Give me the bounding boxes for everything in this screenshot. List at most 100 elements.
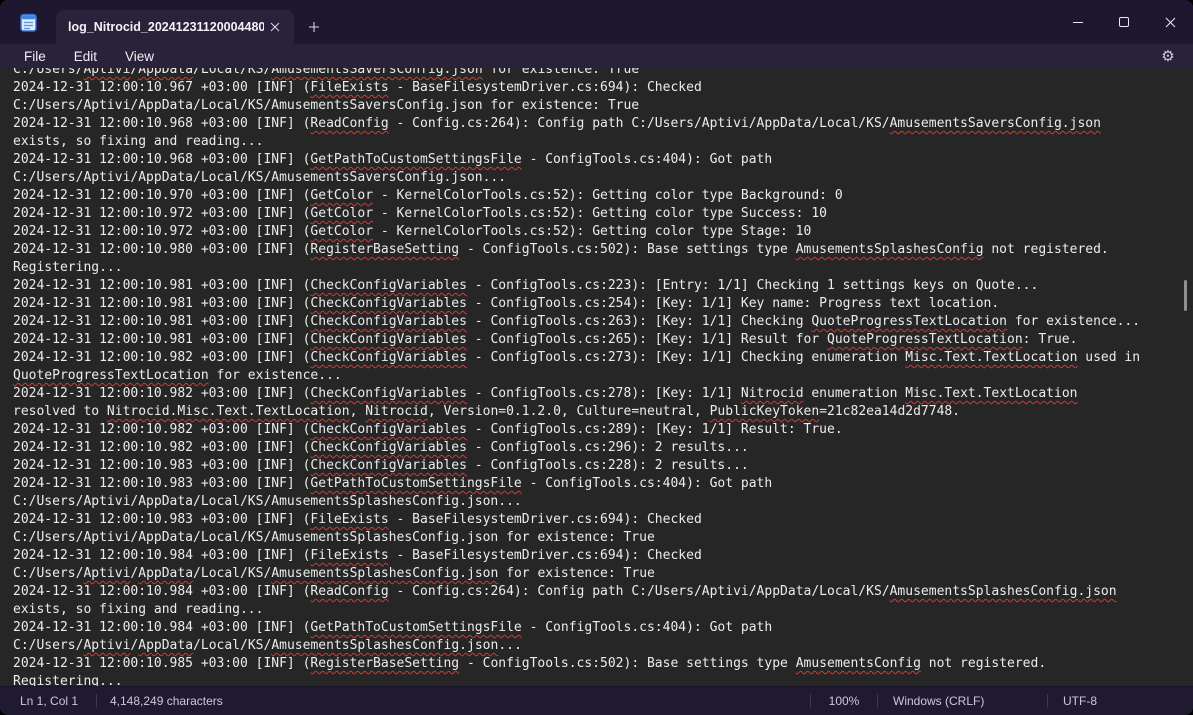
log-line: Registering... xyxy=(13,673,1140,686)
vertical-scrollbar-thumb[interactable] xyxy=(1184,280,1187,311)
misspelled-word: GetColor xyxy=(310,206,373,221)
misspelled-word: RegisterBaseSetting xyxy=(310,656,459,671)
new-tab-button[interactable] xyxy=(302,16,326,38)
menubar: FileEditView ⚙︎ xyxy=(0,44,1193,68)
log-line: C:/Users/Aptivi/AppData/Local/KS/Amuseme… xyxy=(13,97,1140,115)
status-character-count: 4,148,249 characters xyxy=(97,694,236,708)
status-zoom-level: 100% xyxy=(811,694,877,708)
log-line: 2024-12-31 12:00:10.981 +03:00 [INF] (Ch… xyxy=(13,295,1140,313)
misspelled-word: QuoteProgressTextLocation xyxy=(811,314,1007,329)
log-line: 2024-12-31 12:00:10.981 +03:00 [INF] (Ch… xyxy=(13,331,1140,349)
misspelled-word: AmusementsSplashesConfig.json xyxy=(271,638,498,653)
log-line: 2024-12-31 12:00:10.972 +03:00 [INF] (Ge… xyxy=(13,223,1140,241)
log-line: 2024-12-31 12:00:10.984 +03:00 [INF] (Fi… xyxy=(13,547,1140,565)
log-line: Registering... xyxy=(13,259,1140,277)
titlebar: log_Nitrocid_202412311200044804 xyxy=(0,0,1193,44)
log-line: 2024-12-31 12:00:10.968 +03:00 [INF] (Re… xyxy=(13,115,1140,133)
log-line: 2024-12-31 12:00:10.982 +03:00 [INF] (Ch… xyxy=(13,385,1140,403)
misspelled-word: AppData xyxy=(138,566,193,581)
misspelled-word: CheckConfigVariables xyxy=(310,422,467,437)
window-controls xyxy=(1055,0,1193,44)
tab-title: log_Nitrocid_202412311200044804 xyxy=(68,20,264,34)
misspelled-word: CheckConfigVariables xyxy=(310,332,467,347)
status-line-ending: Windows (CRLF) xyxy=(878,694,1047,708)
tab-close-button[interactable] xyxy=(264,16,286,38)
log-line: exists, so fixing and reading... xyxy=(13,601,1140,619)
text-editor[interactable]: C:/Users/Aptivi/AppData/Local/KS/Amuseme… xyxy=(0,68,1193,686)
misspelled-word: CheckConfigVariables xyxy=(310,314,467,329)
log-line: 2024-12-31 12:00:10.983 +03:00 [INF] (Ch… xyxy=(13,457,1140,475)
log-line: exists, so fixing and reading... xyxy=(13,133,1140,151)
misspelled-word: FileExists xyxy=(310,548,388,563)
log-line: 2024-12-31 12:00:10.968 +03:00 [INF] (Ge… xyxy=(13,151,1140,169)
log-line: 2024-12-31 12:00:10.983 +03:00 [INF] (Fi… xyxy=(13,511,1140,529)
misspelled-word: GetPathToCustomSettingsFile xyxy=(310,152,521,167)
misspelled-word: Aptivi xyxy=(83,638,130,653)
log-line: C:/Users/Aptivi/AppData/Local/KS/Amuseme… xyxy=(13,169,1140,187)
log-line: 2024-12-31 12:00:10.972 +03:00 [INF] (Ge… xyxy=(13,205,1140,223)
plus-icon xyxy=(308,21,320,33)
misspelled-word: RegisterBaseSetting xyxy=(310,242,459,257)
misspelled-word: GetColor xyxy=(310,224,373,239)
misspelled-word: AmusementsSplashesConfig xyxy=(796,242,984,257)
misspelled-word: CheckConfigVariables xyxy=(310,386,467,401)
misspelled-word: ReadConfig xyxy=(310,584,388,599)
misspelled-word: AmusementsConfig xyxy=(796,656,921,671)
log-line: 2024-12-31 12:00:10.970 +03:00 [INF] (Ge… xyxy=(13,187,1140,205)
log-line: C:/Users/Aptivi/AppData/Local/KS/Amuseme… xyxy=(13,529,1140,547)
misspelled-word: Nitrocid xyxy=(365,404,428,419)
misspelled-word: GetPathToCustomSettingsFile xyxy=(310,476,521,491)
maximize-icon xyxy=(1119,17,1129,27)
misspelled-word: Aptivi xyxy=(83,566,130,581)
close-button[interactable] xyxy=(1147,0,1193,44)
minimize-icon xyxy=(1073,22,1083,23)
menu-item-edit[interactable]: Edit xyxy=(60,47,111,66)
close-icon xyxy=(270,22,280,32)
log-line: resolved to Nitrocid.Misc.Text.TextLocat… xyxy=(13,403,1140,421)
log-line: C:/Users/Aptivi/AppData/Local/KS/Amuseme… xyxy=(13,68,1140,79)
tab-log-file[interactable]: log_Nitrocid_202412311200044804 xyxy=(56,10,294,44)
log-line: 2024-12-31 12:00:10.967 +03:00 [INF] (Fi… xyxy=(13,79,1140,97)
menu-item-view[interactable]: View xyxy=(111,47,168,66)
misspelled-word: PublicKeyToken xyxy=(710,404,820,419)
misspelled-word: GetColor xyxy=(310,188,373,203)
misspelled-word: CheckConfigVariables xyxy=(310,296,467,311)
status-encoding: UTF-8 xyxy=(1048,694,1193,708)
minimize-button[interactable] xyxy=(1055,0,1101,44)
misspelled-word: Nitrocid xyxy=(741,386,804,401)
log-line: 2024-12-31 12:00:10.984 +03:00 [INF] (Re… xyxy=(13,583,1140,601)
misspelled-word: AmusementsSaversConfig.json xyxy=(271,68,482,77)
misspelled-word: AmusementsSaversConfig.json xyxy=(890,116,1101,131)
log-line: C:/Users/Aptivi/AppData/Local/KS/Amuseme… xyxy=(13,565,1140,583)
misspelled-word: QuoteProgressTextLocation xyxy=(13,368,209,383)
misspelled-word: CheckConfigVariables xyxy=(310,458,467,473)
log-line: QuoteProgressTextLocation for existence.… xyxy=(13,367,1140,385)
log-line: 2024-12-31 12:00:10.982 +03:00 [INF] (Ch… xyxy=(13,439,1140,457)
misspelled-word: CheckConfigVariables xyxy=(310,278,467,293)
misspelled-word: AppData xyxy=(138,638,193,653)
menu-item-file[interactable]: File xyxy=(10,47,60,66)
maximize-button[interactable] xyxy=(1101,0,1147,44)
misspelled-word: Nitrocid.Misc.Text.TextLocation xyxy=(107,404,350,419)
log-line: C:/Users/Aptivi/AppData/Local/KS/Amuseme… xyxy=(13,637,1140,655)
log-line: 2024-12-31 12:00:10.981 +03:00 [INF] (Ch… xyxy=(13,313,1140,331)
misspelled-word: AmusementsSplashesConfig.json xyxy=(271,566,498,581)
notepad-app-icon xyxy=(20,13,37,32)
log-line: 2024-12-31 12:00:10.981 +03:00 [INF] (Ch… xyxy=(13,277,1140,295)
settings-button[interactable]: ⚙︎ xyxy=(1155,45,1181,67)
close-icon xyxy=(1165,17,1176,28)
log-line: 2024-12-31 12:00:10.980 +03:00 [INF] (Re… xyxy=(13,241,1140,259)
misspelled-word: CheckConfigVariables xyxy=(310,440,467,455)
misspelled-word: Misc.Text.TextLocation xyxy=(905,386,1077,401)
misspelled-word: FileExists xyxy=(310,512,388,527)
log-line: 2024-12-31 12:00:10.982 +03:00 [INF] (Ch… xyxy=(13,349,1140,367)
misspelled-word: GetPathToCustomSettingsFile xyxy=(310,620,521,635)
misspelled-word: Misc.Text.TextLocation xyxy=(905,350,1077,365)
misspelled-word: AmusementsSplashesConfig.json xyxy=(890,584,1117,599)
log-line: C:/Users/Aptivi/AppData/Local/KS/Amuseme… xyxy=(13,493,1140,511)
notepad-window: log_Nitrocid_202412311200044804 xyxy=(0,0,1193,715)
log-line: 2024-12-31 12:00:10.983 +03:00 [INF] (Ge… xyxy=(13,475,1140,493)
status-cursor-position: Ln 1, Col 1 xyxy=(0,694,96,708)
gear-icon: ⚙︎ xyxy=(1161,47,1174,65)
misspelled-word: AppData xyxy=(138,68,193,77)
